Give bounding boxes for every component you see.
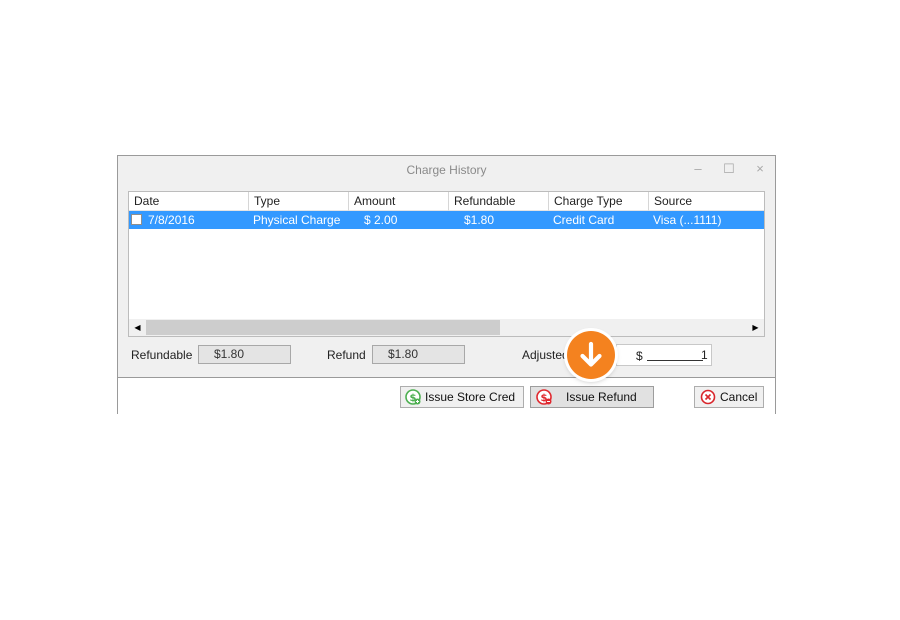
issue-store-credit-button[interactable]: $ Issue Store Cred	[400, 386, 524, 408]
issue-store-credit-label: Issue Store Cred	[425, 390, 516, 404]
cancel-button[interactable]: Cancel	[694, 386, 764, 408]
scroll-left-icon[interactable]: ◀	[129, 319, 146, 336]
refundable-label: Refundable	[131, 348, 193, 362]
cell-refundable: $1.80	[464, 213, 495, 227]
cell-amount: $ 2.00	[364, 213, 398, 227]
minimize-button[interactable]: –	[690, 161, 706, 176]
adjusted-underline	[647, 360, 703, 361]
cell-source: Visa (...1111)	[653, 213, 722, 227]
window-title: Charge History	[406, 163, 487, 177]
title-bar[interactable]: Charge History – ☐ ×	[118, 156, 775, 184]
cell-charge-type: Credit Card	[553, 213, 615, 227]
arrow-down-icon	[580, 341, 602, 367]
adjusted-currency: $	[636, 349, 643, 363]
refund-value: $1.80	[372, 345, 465, 364]
column-header-source[interactable]: Source	[649, 192, 764, 211]
grid-header: Date Type Amount Refundable Charge Type …	[129, 192, 764, 211]
column-header-charge-type[interactable]: Charge Type	[549, 192, 649, 211]
issue-refund-label: Issue Refund	[566, 390, 637, 404]
refund-icon: $	[536, 389, 552, 405]
scroll-right-icon[interactable]: ▶	[747, 319, 764, 336]
refund-label: Refund	[327, 348, 366, 362]
horizontal-scrollbar[interactable]: ◀ ▶	[129, 319, 764, 336]
cell-date: 7/8/2016	[148, 213, 195, 227]
adjusted-label: Adjusted	[522, 348, 569, 362]
dialog-footer: $ Issue Store Cred $ Issue Refund Cancel	[118, 377, 775, 415]
column-header-date[interactable]: Date	[129, 192, 249, 211]
maximize-button[interactable]: ☐	[721, 161, 737, 177]
cancel-icon	[700, 389, 716, 405]
issue-refund-button[interactable]: $ Issue Refund	[530, 386, 654, 408]
scroll-thumb[interactable]	[146, 320, 500, 335]
column-header-refundable[interactable]: Refundable	[449, 192, 549, 211]
cell-type: Physical Charge	[253, 213, 341, 227]
refundable-value: $1.80	[198, 345, 291, 364]
tutorial-hint-marker	[567, 331, 615, 379]
adjusted-value: 1	[701, 348, 708, 362]
charge-history-window: Charge History – ☐ × Date Type Amount Re…	[117, 155, 776, 415]
charge-grid: Date Type Amount Refundable Charge Type …	[128, 191, 765, 337]
close-button[interactable]: ×	[752, 161, 768, 176]
adjusted-amount-input[interactable]: $ 1	[616, 344, 712, 366]
column-header-type[interactable]: Type	[249, 192, 349, 211]
row-checkbox[interactable]	[131, 214, 142, 225]
column-header-amount[interactable]: Amount	[349, 192, 449, 211]
table-row[interactable]: 7/8/2016 Physical Charge $ 2.00 $1.80 Cr…	[129, 211, 764, 229]
cancel-label: Cancel	[720, 390, 758, 404]
store-credit-icon: $	[405, 389, 421, 405]
